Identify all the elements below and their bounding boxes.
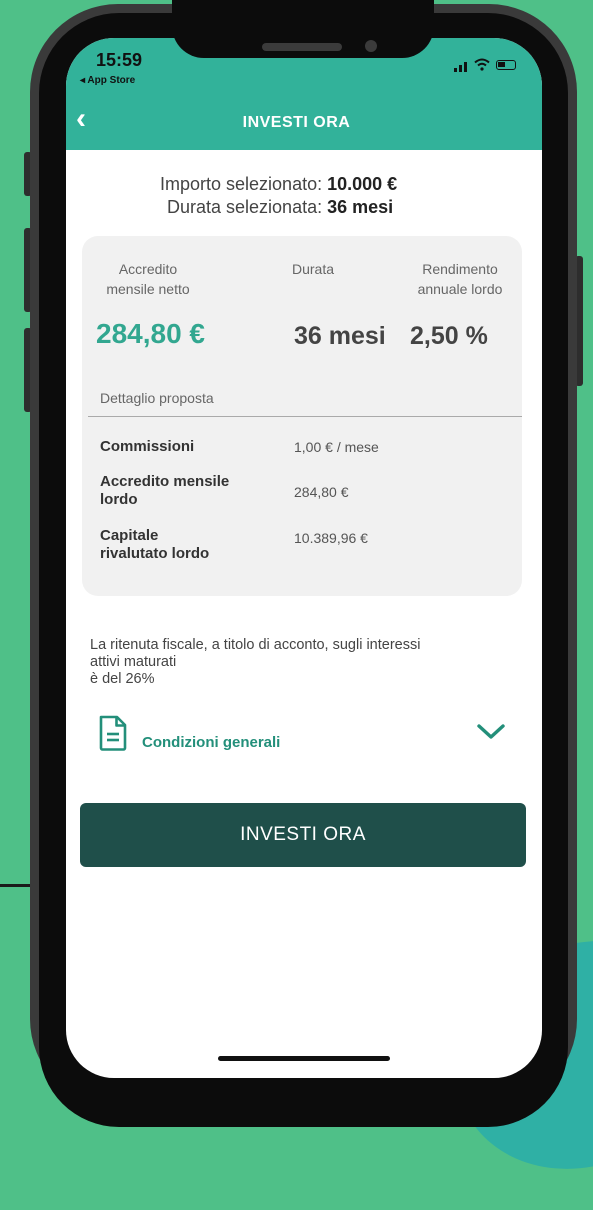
wifi-icon <box>474 58 490 71</box>
detail-value-capital: 10.389,96 € <box>294 530 368 546</box>
detail-label-commissions: Commissioni <box>100 438 195 455</box>
notch-speaker <box>262 43 342 51</box>
duration-label: Durata <box>292 261 335 277</box>
status-icons <box>440 58 530 72</box>
tax-note: La ritenuta fiscale, a titolo di acconto… <box>90 637 421 687</box>
detail-label-monthly-gross: Accredito mensile lordo <box>100 473 230 508</box>
monthly-net-label: Accredito mensile netto <box>106 261 190 297</box>
detail-section-title: Dettaglio proposta <box>100 390 214 406</box>
selected-amount-row: Importo selezionato: 10.000 € <box>160 174 397 195</box>
annual-yield-value: 2,50 % <box>410 322 488 350</box>
invest-now-button[interactable]: INVESTI ORA <box>80 803 526 867</box>
chevron-down-icon[interactable] <box>476 720 506 742</box>
document-icon[interactable] <box>98 715 128 751</box>
detail-divider <box>88 416 522 417</box>
detail-value-commissions: 1,00 € / mese <box>294 439 379 455</box>
notch-camera <box>365 40 377 52</box>
annual-yield-label: Rendimento annuale lordo <box>417 261 503 297</box>
battery-icon <box>496 60 516 70</box>
back-to-app-store-link[interactable]: ◂ App Store <box>80 75 135 86</box>
status-time: 15:59 <box>96 50 143 70</box>
selected-duration-value: 36 mesi <box>327 197 394 217</box>
detail-label-capital: Capitale rivalutato lordo <box>100 527 210 562</box>
monthly-net-value: 284,80 € <box>96 318 205 349</box>
page-title: INVESTI ORA <box>242 114 351 131</box>
selected-amount-label: Importo selezionato: <box>160 174 323 194</box>
home-indicator[interactable] <box>218 1056 390 1061</box>
duration-value: 36 mesi <box>294 322 386 350</box>
detail-value-monthly-gross: 284,80 € <box>294 484 349 500</box>
selected-duration-label: Durata selezionata: <box>167 197 323 217</box>
general-conditions-link[interactable]: Condizioni generali <box>142 734 280 751</box>
selected-duration-row: Durata selezionata: 36 mesi <box>167 197 393 218</box>
selected-amount-value: 10.000 € <box>327 174 398 194</box>
